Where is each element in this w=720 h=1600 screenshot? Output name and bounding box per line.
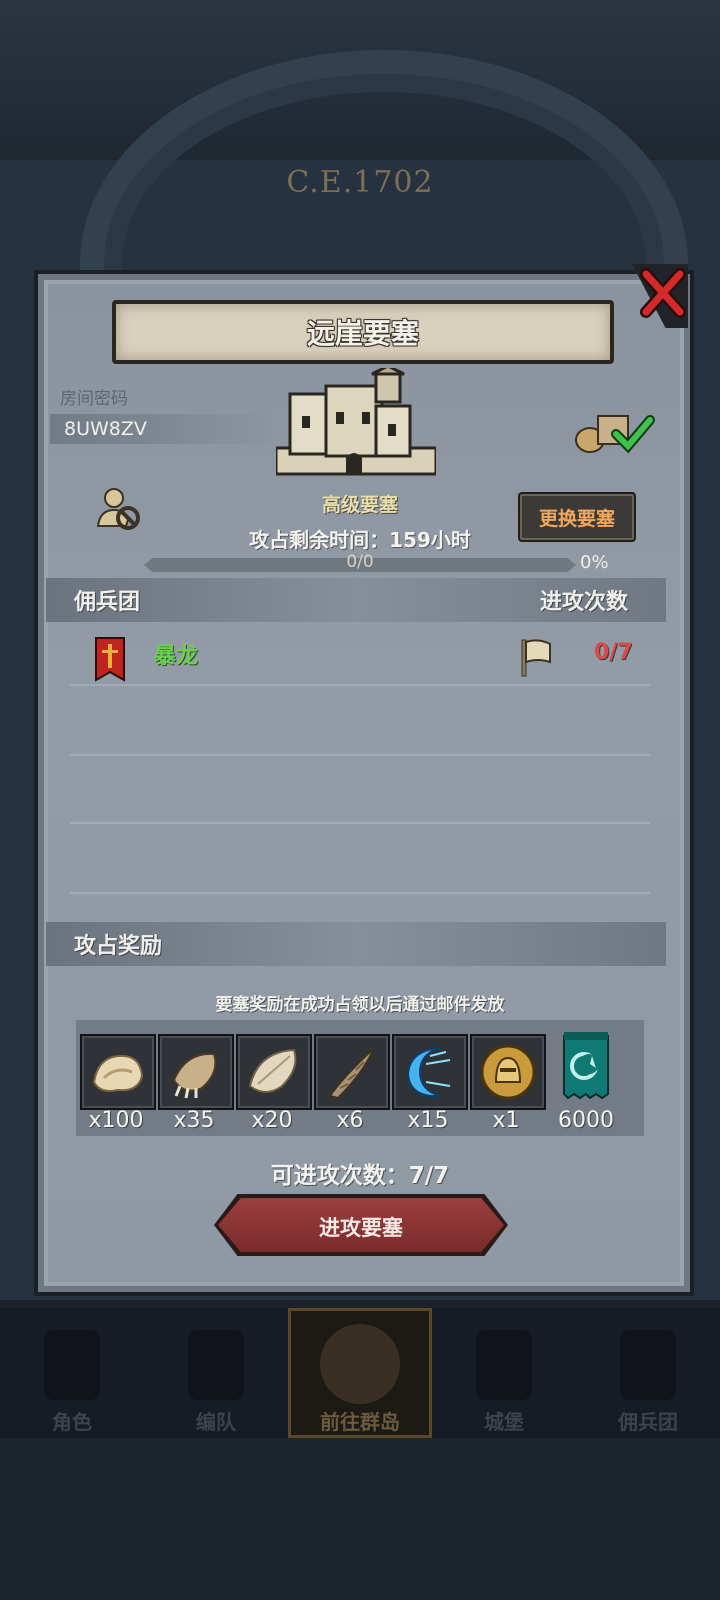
section-rewards-title: 攻占奖励: [74, 934, 163, 959]
mercenary-name[interactable]: 暴龙: [154, 638, 198, 670]
progress-text: 0/0: [346, 552, 374, 572]
reward-note: 要塞奖励在成功占领以后通过邮件发放: [215, 995, 505, 1015]
reward-item[interactable]: [236, 1034, 312, 1110]
compass-icon: [320, 1324, 400, 1404]
mercenary-icon: [620, 1330, 676, 1400]
fur-pelt-icon: [92, 1054, 144, 1092]
reward-qty: x6: [336, 1108, 364, 1133]
nav-item-mercenary[interactable]: 佣兵团: [576, 1308, 720, 1438]
reward-qty: x15: [407, 1108, 449, 1133]
reward-item[interactable]: [80, 1034, 156, 1110]
row-divider: [70, 684, 650, 686]
dialog-title: 远崖要塞: [306, 317, 419, 350]
nav-label: 佣兵团: [618, 1410, 678, 1434]
room-code-label: 房间密码: [60, 389, 128, 409]
reward-item[interactable]: [158, 1034, 234, 1110]
attack-fortress-button[interactable]: 进攻要塞: [218, 1198, 504, 1252]
row-divider: [70, 892, 650, 894]
mercenary-banner-icon: [95, 637, 125, 682]
attack-count: 0/7: [594, 640, 633, 665]
room-code[interactable]: 8UW8ZV: [64, 418, 147, 440]
castle-icon: [276, 368, 436, 476]
attempts-remaining: 可进攻次数：7/7: [270, 1163, 450, 1189]
reward-item[interactable]: [558, 1028, 614, 1112]
nav-label: 前往群岛: [320, 1410, 400, 1434]
reward-qty: x100: [88, 1108, 144, 1133]
horn-icon: [328, 1047, 375, 1100]
nav-item-castle[interactable]: 城堡: [432, 1308, 576, 1438]
progress-percent: 0%: [580, 552, 609, 573]
background-bottom: [0, 1438, 720, 1600]
golden-helmet-medal-icon: [480, 1044, 536, 1100]
knight-icon: [44, 1330, 100, 1400]
bottom-nav: 角色 编队 前往群岛 城堡 佣兵团: [0, 1308, 720, 1438]
nav-item-islands[interactable]: 前往群岛: [288, 1308, 432, 1438]
reward-item[interactable]: [470, 1034, 546, 1110]
reward-qty: x1: [492, 1108, 520, 1133]
blue-crescent-icon: [406, 1047, 451, 1098]
supply-crate-check-icon[interactable]: [572, 408, 656, 456]
reward-qty: x35: [173, 1108, 215, 1133]
claw-hide-icon: [172, 1052, 217, 1099]
helmet-icon: [188, 1330, 244, 1400]
title-banner: 远崖要塞: [112, 300, 614, 364]
reward-qty: 6000: [558, 1108, 614, 1133]
row-divider: [70, 754, 650, 756]
attack-fortress-label: 进攻要塞: [319, 1216, 403, 1240]
row-divider: [70, 822, 650, 824]
reward-qty: x20: [251, 1108, 293, 1133]
time-remaining: 攻占剩余时间：159小时: [249, 528, 471, 552]
section-mercenary-title: 佣兵团: [74, 590, 141, 615]
attack-flag-icon: [521, 639, 551, 677]
nav-label: 城堡: [484, 1410, 524, 1434]
close-icon[interactable]: [640, 268, 686, 318]
feather-pelt-icon: [248, 1048, 297, 1093]
reward-item[interactable]: [392, 1034, 468, 1110]
nav-label: 编队: [196, 1410, 236, 1434]
nav-item-formation[interactable]: 编队: [144, 1308, 288, 1438]
castle-icon: [476, 1330, 532, 1400]
reward-item[interactable]: [314, 1034, 390, 1110]
nav-label: 角色: [52, 1410, 92, 1434]
guild-banner-icon: [563, 1032, 609, 1100]
section-attacks-title: 进攻次数: [540, 590, 629, 615]
era-label: C.E.1702: [286, 165, 434, 200]
nav-item-character[interactable]: 角色: [0, 1308, 144, 1438]
